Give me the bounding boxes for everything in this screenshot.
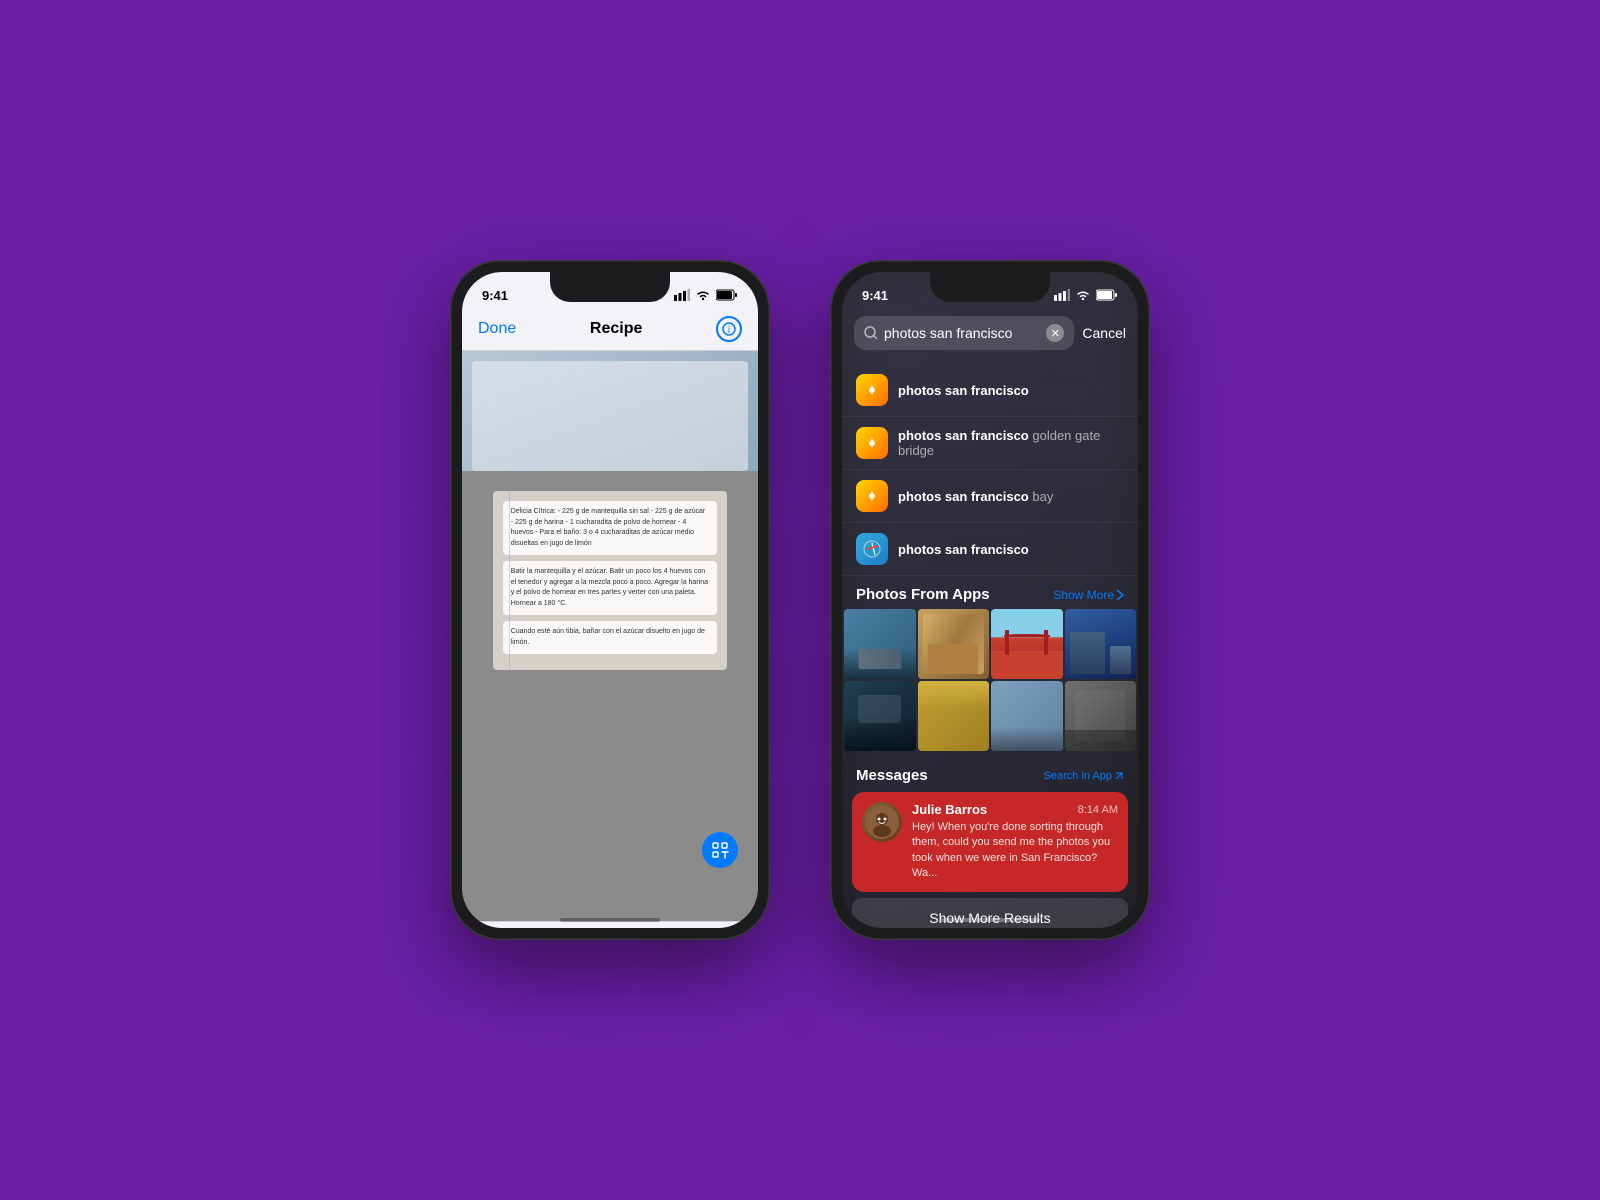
photo-cell-7[interactable]: [991, 681, 1063, 751]
phone-spotlight: 9:41: [830, 260, 1150, 940]
message-avatar: [862, 802, 902, 842]
note-block-3: Cuando esté aún tibia, bañar con el azúc…: [503, 621, 718, 654]
note-paper: Delicia Cítrica: - 225 g de mantequilla …: [493, 491, 728, 670]
scan-fab-button[interactable]: [702, 832, 738, 868]
show-more-results-button[interactable]: Show More Results: [852, 898, 1128, 928]
home-indicator: [560, 918, 660, 922]
photos-section-title: Photos From Apps: [856, 586, 990, 603]
suggestion-3[interactable]: photos san francisco bay: [842, 470, 1138, 523]
photo-cell-2[interactable]: [918, 609, 990, 679]
suggestion-bold-4: photos san francisco: [898, 542, 1029, 557]
suggestion-text-2: photos san francisco golden gate bridge: [898, 428, 1124, 458]
note-block-1: Delicia Cítrica: - 225 g de mantequilla …: [503, 501, 718, 555]
search-in-app-button[interactable]: Search in App: [1044, 770, 1125, 782]
photo-cell-8[interactable]: [1065, 681, 1137, 751]
done-button[interactable]: Done: [478, 320, 516, 338]
spotlight-screen: 9:41: [842, 272, 1138, 928]
external-link-icon: [1114, 771, 1124, 781]
safari-app-icon: [856, 533, 888, 565]
status-time-2: 9:41: [862, 288, 888, 303]
message-content: Julie Barros 8:14 AM Hey! When you're do…: [912, 802, 1118, 882]
signal-icon-2: [1054, 289, 1070, 301]
suggestion-4[interactable]: photos san francisco: [842, 523, 1138, 576]
notes-nav-header: Done Recipe i: [462, 312, 758, 351]
home-indicator-2: [940, 918, 1040, 922]
photo-cell-6[interactable]: [918, 681, 990, 751]
search-input[interactable]: photos san francisco: [884, 325, 1040, 341]
suggestion-1[interactable]: photos san francisco: [842, 364, 1138, 417]
suggestion-text-1: photos san francisco: [898, 383, 1124, 398]
photos-section-header: Photos From Apps Show More: [842, 576, 1138, 609]
message-body: Hey! When you're done sorting through th…: [912, 820, 1118, 882]
battery-icon-2: [1096, 289, 1118, 301]
status-time: 9:41: [482, 288, 508, 303]
show-more-label: Show More: [1053, 588, 1114, 602]
search-clear-button[interactable]: ✕: [1046, 324, 1064, 342]
suggestion-bold-3: photos san francisco: [898, 489, 1029, 504]
svg-text:i: i: [728, 325, 730, 336]
suggestion-text-4: photos san francisco: [898, 542, 1124, 557]
chevron-right-icon: [1116, 589, 1124, 601]
show-more-link[interactable]: Show More: [1053, 588, 1124, 602]
note-block-2: Batir la mantequilla y el azúcar. Batir …: [503, 561, 718, 615]
suggestion-2[interactable]: photos san francisco golden gate bridge: [842, 417, 1138, 470]
cancel-button[interactable]: Cancel: [1082, 325, 1126, 341]
photo-cell-4[interactable]: [1065, 609, 1137, 679]
search-bar[interactable]: photos san francisco ✕: [854, 316, 1074, 350]
search-results: photos san francisco photos san francisc…: [842, 360, 1138, 928]
battery-icon: [716, 289, 738, 301]
photo-cell-1[interactable]: [844, 609, 916, 679]
suggestion-bold-2: photos san francisco: [898, 428, 1029, 443]
recipe-photo: [462, 351, 758, 471]
message-time: 8:14 AM: [1078, 804, 1118, 816]
suggestion-rest-3: bay: [1029, 489, 1054, 504]
photos-app-icon: [856, 374, 888, 406]
status-icons-2: [1054, 289, 1118, 301]
status-bar-2: 9:41: [842, 272, 1138, 312]
photos-app-icon-2: [856, 427, 888, 459]
photo-cell-5[interactable]: [844, 681, 916, 751]
messages-section-header: Messages Search in App: [842, 759, 1138, 788]
search-in-app-label: Search in App: [1044, 770, 1113, 782]
search-bar-row: photos san francisco ✕ Cancel: [854, 316, 1126, 350]
photos-app-icon-3: [856, 480, 888, 512]
note-toolbar: [462, 921, 758, 928]
message-sender: Julie Barros: [912, 802, 987, 817]
photo-cell-3[interactable]: [991, 609, 1063, 679]
notch: [550, 272, 670, 302]
notes-screen: 9:41: [462, 272, 758, 928]
message-header: Julie Barros 8:14 AM: [912, 802, 1118, 817]
wifi-icon: [695, 289, 711, 301]
messages-title: Messages: [856, 767, 928, 784]
suggestion-text-3: photos san francisco bay: [898, 489, 1124, 504]
signal-icon: [674, 289, 690, 301]
note-title: Recipe: [590, 320, 642, 338]
phone-notes: 9:41: [450, 260, 770, 940]
suggestion-bold-1: photos san francisco: [898, 383, 1029, 398]
message-item[interactable]: Julie Barros 8:14 AM Hey! When you're do…: [852, 792, 1128, 892]
search-icon: [864, 326, 878, 340]
share-icon[interactable]: i: [716, 316, 742, 342]
status-icons: [674, 289, 738, 301]
wifi-icon-2: [1075, 289, 1091, 301]
photo-grid[interactable]: [844, 609, 1136, 751]
